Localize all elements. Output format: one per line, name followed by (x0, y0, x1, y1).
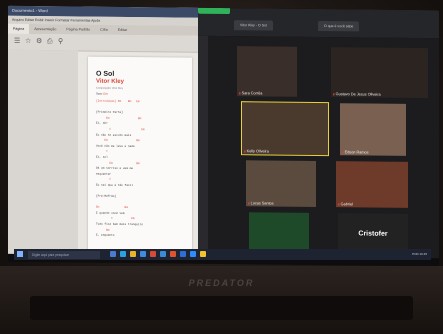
participant-name: Cristofer (358, 230, 388, 238)
file-explorer-icon[interactable] (130, 251, 136, 257)
task-view-icon[interactable] (110, 251, 116, 257)
windows-start-icon[interactable] (17, 251, 23, 257)
star-icon[interactable]: ☆ (25, 38, 32, 45)
song-composer: Composição: Vitor Kley (96, 86, 123, 90)
participant-name: Gustavo De Jesus Oliveira (333, 92, 381, 96)
windows-taskbar: Digite aqui para pesquisar POR 16:45 (14, 249, 431, 260)
browser-strip: Vitor Kley - O Sol O que é você sabe (198, 7, 439, 39)
participant-tile[interactable]: Gustavo De Jesus Oliveira (331, 47, 428, 99)
office-icon[interactable] (150, 251, 156, 257)
app-icon[interactable] (170, 251, 176, 257)
chrome-icon[interactable] (200, 251, 206, 257)
laptop-hinge (30, 296, 413, 320)
print-icon[interactable]: ⎙ (47, 38, 54, 45)
settings-icon[interactable]: ⚙ (36, 38, 43, 45)
laptop-screen: Documento1 - Word Arquivo Editar Exibir … (8, 5, 439, 267)
participant-name: Edson Ramos (342, 150, 369, 154)
document-window: Documento1 - Word Arquivo Editar Exibir … (8, 5, 198, 256)
participant-name: Sara Corrêa (239, 91, 263, 95)
zoom-icon[interactable]: ⚲ (58, 38, 65, 45)
lyric-line: E, enquanto (96, 233, 115, 238)
participant-name: Lucas Santos (248, 201, 274, 205)
taskbar-search-input[interactable]: Digite aqui para pesquisar (28, 250, 100, 259)
tab-editar[interactable]: Editar (113, 25, 132, 35)
participant-tile[interactable]: Lucas Santos (246, 160, 316, 207)
song-lines: [Introdução] Em Bm Em [Primeira Parte] Em… (96, 99, 186, 240)
word-icon[interactable] (180, 251, 186, 257)
store-icon[interactable] (140, 251, 146, 257)
edge-icon[interactable] (120, 251, 126, 257)
participant-tile[interactable]: Sara Corrêa (237, 46, 297, 97)
zoom-app-icon[interactable] (190, 251, 196, 257)
document-page[interactable]: O Sol Vitor Kley Composição: Vitor Kley … (88, 56, 192, 256)
participant-name: Gabriel (338, 202, 353, 206)
song-key: Tom: Em (96, 92, 108, 96)
video-call-window: Sara Corrêa Gustavo De Jesus Oliveira Ke… (208, 35, 439, 259)
laptop-brand-logo: PREDATOR (188, 278, 255, 288)
browser-tab-1[interactable]: Vitor Kley - O Sol (234, 20, 273, 31)
document-sidebar (8, 49, 78, 255)
tab-apresentacao[interactable]: Apresentação (29, 24, 61, 34)
song-key-label: Tom: (96, 91, 103, 96)
share-screen-indicator[interactable] (198, 7, 230, 15)
browser-tab-2[interactable]: O que é você sabe (318, 20, 360, 32)
tab-cifra[interactable]: Cifra (95, 25, 113, 35)
participant-tile[interactable]: Gabriel (336, 161, 408, 208)
tab-pagina[interactable]: Página (8, 23, 30, 34)
participant-name: Kelly Oliveira (244, 149, 269, 153)
tab-pagina-padrao[interactable]: Página Padrão (61, 24, 95, 34)
song-title: O Sol (96, 70, 115, 78)
mail-icon[interactable] (160, 251, 166, 257)
zoom-sidebar (198, 35, 208, 256)
song-artist: Vitor Kley (96, 78, 124, 85)
song-key-value: Em (103, 91, 108, 96)
participant-tile[interactable]: Edson Ramos (340, 103, 406, 156)
participant-tile-active-speaker[interactable]: Kelly Oliveira (241, 101, 329, 157)
system-tray-clock[interactable]: POR 16:45 (412, 249, 427, 260)
menu-icon[interactable]: ☰ (14, 38, 21, 45)
